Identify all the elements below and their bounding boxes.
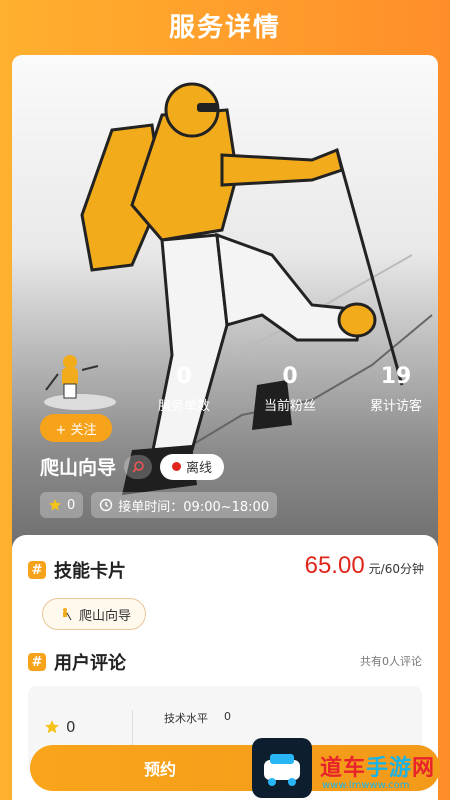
skill-tag[interactable]: 爬山向导 <box>42 598 147 630</box>
rating-chip: 0 <box>40 492 84 518</box>
status-text: 离线 <box>186 461 213 476</box>
stat-fans: 0 当前粉丝 <box>245 363 335 414</box>
clock-icon <box>100 498 113 512</box>
stat-orders: 0 服务单数 <box>139 363 229 414</box>
price-unit: 元/60分钟 <box>368 562 424 576</box>
stat-visitors-label: 累计访客 <box>369 399 422 414</box>
book-label: 预约 <box>143 760 176 779</box>
follow-label: + 关注 <box>55 422 97 438</box>
status-badge: 离线 <box>160 453 225 480</box>
review-metric: 技术水平 0 <box>164 710 231 726</box>
search-button[interactable] <box>124 454 153 479</box>
guide-name: 爬山向导 <box>40 457 117 479</box>
metric-label: 技术水平 <box>164 712 208 725</box>
stat-visitors-value: 19 <box>380 364 412 389</box>
skill-tag-label: 爬山向导 <box>79 608 132 624</box>
status-dot-icon <box>172 462 182 471</box>
hours-chip: 接单时间：09:00~18:00 <box>91 492 278 518</box>
info-row: 0 接单时间：09:00~18:00 <box>40 492 278 518</box>
skills-title: 技能卡片 <box>54 561 126 582</box>
search-icon <box>132 460 144 473</box>
rating-value: 0 <box>67 497 76 513</box>
page-title: 服务详情 <box>168 12 281 43</box>
title-bar: 服务详情 <box>0 0 450 50</box>
stat-orders-value: 0 <box>176 364 192 389</box>
watermark-logo <box>252 738 312 798</box>
metric-value: 0 <box>224 710 231 723</box>
star-icon <box>49 499 61 511</box>
follow-button[interactable]: + 关注 <box>40 414 112 442</box>
watermark-text: 道车手游网 <box>320 756 436 781</box>
reviews-title: 用户评论 <box>54 653 126 674</box>
watermark: 道车手游网 www.lmwww.com <box>252 738 442 800</box>
star-icon <box>45 720 59 734</box>
car-icon <box>264 754 300 786</box>
skills-header: # 技能卡片 <box>28 557 126 583</box>
stat-orders-label: 服务单数 <box>157 399 210 414</box>
avatar[interactable] <box>38 350 118 412</box>
hash-icon: # <box>28 561 46 579</box>
name-row: 爬山向导 离线 <box>40 453 225 480</box>
review-score: 0 <box>44 718 76 736</box>
reviews-header: # 用户评论 <box>28 649 126 675</box>
hash-icon: # <box>28 653 46 671</box>
stat-visitors: 19 累计访客 <box>351 363 438 414</box>
review-score-value: 0 <box>66 718 76 736</box>
review-count: 共有0人评论 <box>360 655 422 668</box>
price: 65.00 元/60分钟 <box>305 552 424 580</box>
hours-text: 接单时间：09:00~18:00 <box>118 499 270 515</box>
watermark-url: www.lmwww.com <box>322 780 410 791</box>
stat-fans-value: 0 <box>282 364 298 389</box>
hiker-icon <box>63 608 72 621</box>
price-value: 65.00 <box>304 552 365 579</box>
stat-fans-label: 当前粉丝 <box>263 399 316 414</box>
hero-banner: + 关注 0 服务单数 0 当前粉丝 19 累计访客 爬山向导 离线 0 接单时… <box>12 55 438 615</box>
hiker-illustration <box>80 82 433 495</box>
